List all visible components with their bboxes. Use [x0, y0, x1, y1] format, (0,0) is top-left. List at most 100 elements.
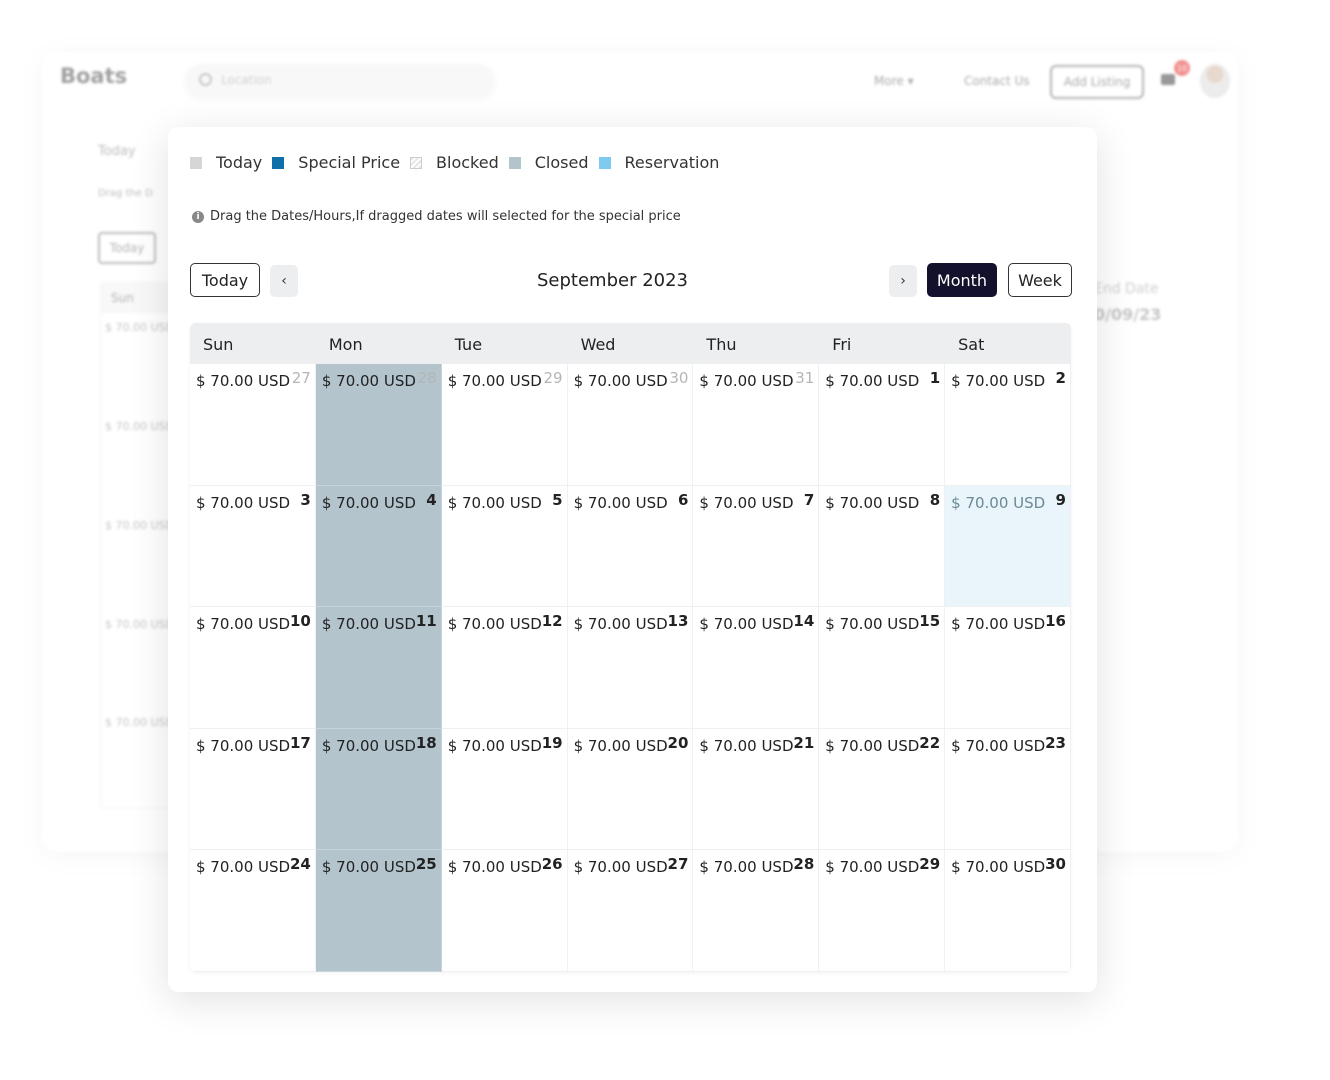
bg-price: $ 70.00 USD	[105, 716, 174, 729]
day-number: 20	[667, 733, 689, 752]
day-price: $ 70.00 USD	[951, 615, 1046, 633]
day-price: $ 70.00 USD	[196, 858, 291, 876]
search-placeholder: Location	[221, 73, 272, 87]
day-cell[interactable]: $ 70.00 USD 28	[315, 364, 442, 486]
day-cell[interactable]: $ 70.00 USD 17	[190, 728, 316, 850]
day-price: $ 70.00 USD	[447, 736, 542, 755]
day-price: $ 70.00 USD	[447, 858, 542, 876]
day-cell[interactable]: $ 70.00 USD 13	[567, 607, 694, 729]
day-cell[interactable]: $ 70.00 USD 3	[190, 485, 316, 607]
day-cell[interactable]: $ 70.00 USD 14	[693, 607, 820, 729]
day-cell[interactable]: $ 70.00 USD 27	[567, 850, 694, 972]
day-cell[interactable]: $ 70.00 USD 20	[567, 728, 694, 850]
day-cell[interactable]: $ 70.00 USD 21	[693, 728, 820, 850]
legend-label-special-price: Special Price	[298, 153, 401, 172]
app-logo[interactable]: Boats	[60, 64, 127, 88]
day-cell[interactable]: $ 70.00 USD 4	[315, 485, 442, 607]
add-listing-button[interactable]: Add Listing	[1050, 65, 1144, 99]
day-price: $ 70.00 USD	[196, 372, 291, 390]
search-icon	[199, 73, 212, 86]
nav-more-dropdown[interactable]: More ▾	[874, 74, 914, 88]
day-cell[interactable]: $ 70.00 USD 31	[693, 364, 820, 486]
day-number: 29	[543, 369, 563, 387]
month-calendar-grid: Sun Mon Tue Wed Thu Fri Sat $ 70.00 USD 2…	[190, 323, 1071, 972]
day-cell[interactable]: $ 70.00 USD 7	[693, 485, 820, 607]
calendar-days: $ 70.00 USD 27 $ 70.00 USD 28 $ 70.00 USD 29 $…	[190, 364, 1071, 972]
chevron-right-icon: ›	[900, 273, 906, 289]
day-number: 7	[803, 490, 815, 509]
legend-label-reservation: Reservation	[624, 153, 720, 172]
calendar-modal: Today Special Price Blocked Closed Reser…	[168, 127, 1097, 992]
bg-booking-panel: End Date 0/09/23	[1090, 277, 1180, 547]
day-cell[interactable]: $ 70.00 USD 24	[190, 850, 316, 972]
day-price: $ 70.00 USD	[321, 372, 416, 390]
day-cell[interactable]: $ 70.00 USD 1	[819, 364, 946, 486]
user-avatar[interactable]	[1200, 64, 1230, 98]
day-price: $ 70.00 USD	[699, 858, 794, 876]
bg-today-button[interactable]: Today	[98, 232, 156, 264]
location-search-input[interactable]: Location	[185, 64, 495, 98]
day-cell[interactable]: $ 70.00 USD 30	[945, 850, 1071, 972]
next-month-button[interactable]: ›	[889, 265, 917, 297]
day-cell[interactable]: $ 70.00 USD 29	[441, 364, 568, 486]
day-cell[interactable]: $ 70.00 USD 30	[567, 364, 694, 486]
day-cell[interactable]: $ 70.00 USD 16	[945, 607, 1071, 729]
mail-icon[interactable]	[1161, 74, 1175, 85]
legend-label-blocked: Blocked	[436, 153, 499, 172]
day-cell[interactable]: $ 70.00 USD 25	[315, 850, 442, 972]
day-price: $ 70.00 USD	[951, 493, 1046, 512]
day-cell[interactable]: $ 70.00 USD 15	[819, 607, 946, 729]
day-cell[interactable]: $ 70.00 USD 19	[441, 728, 568, 850]
weekday-header: Wed	[580, 335, 616, 354]
day-number: 3	[300, 490, 311, 509]
legend-swatch-reservation	[598, 156, 611, 169]
day-cell[interactable]: $ 70.00 USD 10	[190, 607, 316, 729]
nav-contact-us[interactable]: Contact Us	[964, 74, 1030, 88]
day-cell[interactable]: $ 70.00 USD 2	[945, 364, 1071, 486]
day-cell[interactable]: $ 70.00 USD 29	[819, 850, 946, 972]
day-cell[interactable]: $ 70.00 USD 28	[693, 850, 820, 972]
month-view-button[interactable]: Month	[927, 263, 997, 297]
day-price: $ 70.00 USD	[699, 372, 794, 390]
notification-badge: 10	[1174, 60, 1190, 76]
day-cell[interactable]: $ 70.00 USD 22	[819, 728, 946, 850]
weekday-header: Sat	[958, 335, 985, 354]
day-cell[interactable]: $ 70.00 USD 23	[945, 728, 1071, 850]
day-number: 28	[417, 369, 437, 387]
day-number: 11	[415, 612, 437, 630]
day-price: $ 70.00 USD	[447, 493, 542, 512]
day-number: 12	[541, 612, 563, 630]
day-price: $ 70.00 USD	[951, 372, 1046, 390]
day-cell[interactable]: $ 70.00 USD 6	[567, 485, 694, 607]
weekday-header: Sun	[203, 335, 234, 354]
day-number: 4	[426, 490, 437, 509]
legend-swatch-closed	[508, 156, 521, 169]
drag-hint: i Drag the Dates/Hours,If dragged dates …	[192, 209, 681, 224]
week-view-button[interactable]: Week	[1008, 263, 1072, 297]
day-price: $ 70.00 USD	[196, 615, 291, 633]
day-number: 2	[1055, 369, 1066, 387]
day-cell[interactable]: $ 70.00 USD 9	[945, 485, 1071, 607]
drag-hint-text: Drag the Dates/Hours,If dragged dates wi…	[210, 209, 681, 224]
day-cell[interactable]: $ 70.00 USD 5	[441, 485, 568, 607]
day-cell[interactable]: $ 70.00 USD 26	[441, 850, 568, 972]
day-cell[interactable]: $ 70.00 USD 12	[441, 607, 568, 729]
day-cell[interactable]: $ 70.00 USD 27	[190, 364, 316, 486]
day-price: $ 70.00 USD	[951, 736, 1046, 755]
day-cell[interactable]: $ 70.00 USD 11	[315, 607, 442, 729]
day-cell[interactable]: $ 70.00 USD 8	[819, 485, 946, 607]
bg-price: $ 70.00 USD	[105, 420, 174, 433]
day-price: $ 70.00 USD	[447, 615, 542, 633]
day-cell[interactable]: $ 70.00 USD 18	[315, 728, 442, 850]
day-price: $ 70.00 USD	[196, 736, 291, 755]
day-price: $ 70.00 USD	[825, 493, 920, 512]
bg-price: $ 70.00 USD	[105, 519, 174, 532]
day-number: 9	[1055, 490, 1066, 509]
day-number: 29	[919, 855, 941, 873]
day-number: 1	[929, 369, 941, 387]
day-price: $ 70.00 USD	[573, 493, 668, 512]
info-icon: i	[192, 210, 204, 223]
day-price: $ 70.00 USD	[321, 493, 416, 512]
weekday-header: Mon	[328, 335, 363, 354]
day-number: 13	[667, 612, 689, 630]
